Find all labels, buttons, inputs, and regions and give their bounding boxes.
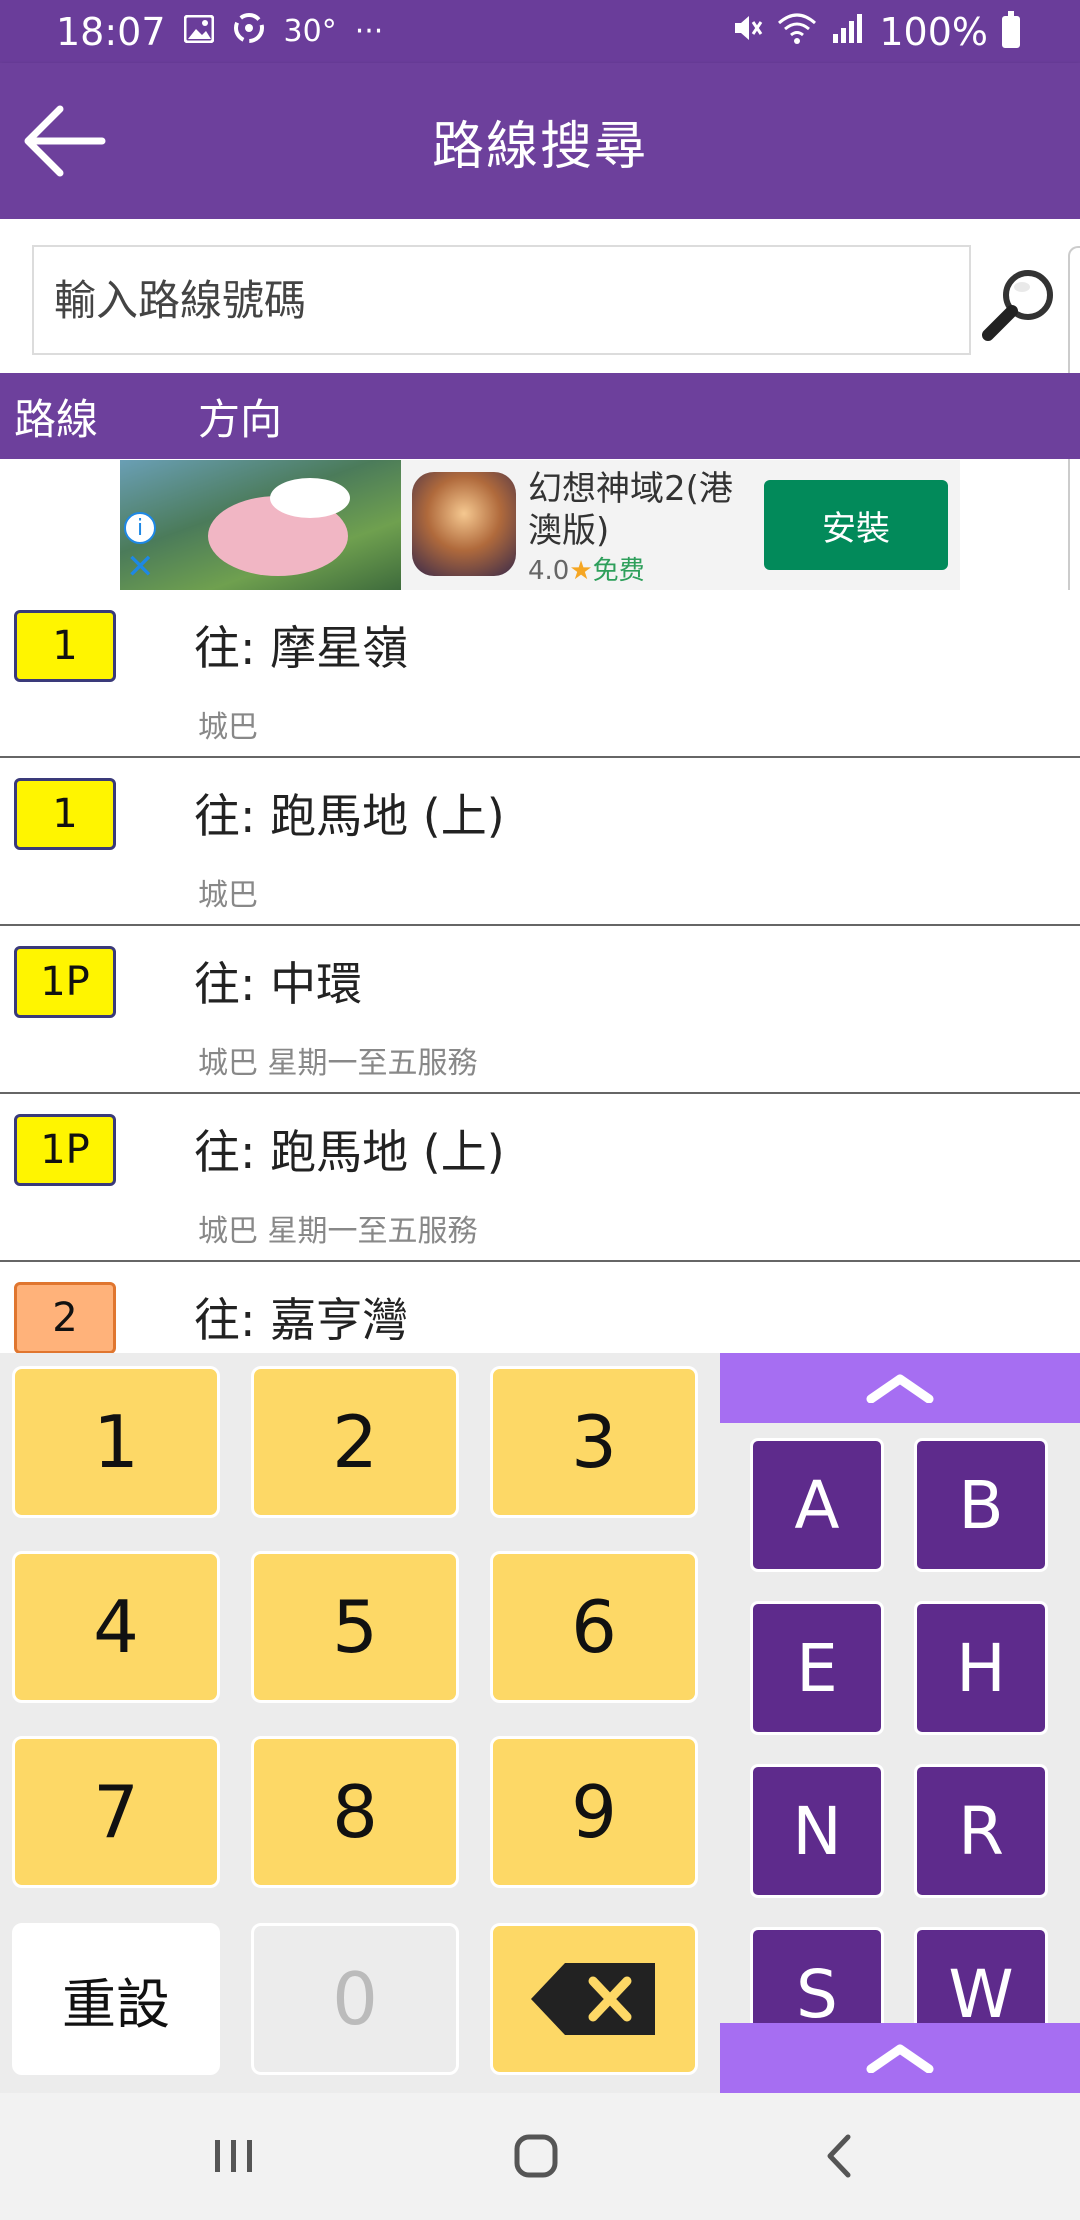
ad-install-button[interactable]: 安裝 [764,480,948,570]
letter-scroll-up-button[interactable] [720,1353,1080,1423]
search-button[interactable] [980,265,1060,345]
status-left: 18:07 30° ··· [56,0,383,63]
status-right: 100% [729,0,1020,63]
key-1[interactable]: 1 [12,1366,220,1518]
ad-banner[interactable]: i ✕ 幻想神域2(港澳版) 4.0★免费 安裝 [120,460,960,590]
key-N[interactable]: N [750,1764,884,1898]
key-3[interactable]: 3 [490,1366,698,1518]
chevron-left-icon [827,2134,851,2178]
key-4[interactable]: 4 [12,1551,220,1703]
home-icon [514,2134,558,2178]
recent-apps-icon [215,2140,252,2172]
route-badge: 1P [14,1114,116,1186]
home-button[interactable] [496,2123,576,2189]
key-B[interactable]: B [914,1438,1048,1572]
key-R[interactable]: R [914,1764,1048,1898]
search-input[interactable] [32,245,971,355]
status-time: 18:07 [56,9,166,54]
route-destination: 往: 嘉亨灣 [194,1293,409,1347]
chevron-up-icon [866,1374,934,1403]
letter-scroll-down-button[interactable] [720,2023,1080,2093]
route-row[interactable]: 1P 往: 中環 城巴 星期一至五服務 [0,926,1080,1094]
letter-panel: A B E H N R S W [720,1353,1080,2093]
route-destination: 往: 跑馬地 (上) [194,1125,505,1179]
key-E[interactable]: E [750,1601,884,1735]
key-A[interactable]: A [750,1438,884,1572]
reset-button[interactable]: 重設 [12,1923,220,2075]
route-badge: 1P [14,946,116,1018]
route-destination: 往: 跑馬地 (上) [194,789,505,843]
system-back-button[interactable] [800,2123,880,2189]
header-direction: 方向 [198,394,283,444]
weather-icon [232,11,266,53]
magnifier-icon [982,270,1053,341]
ad-info-icon[interactable]: i [124,512,156,544]
route-info: 城巴 星期一至五服務 [198,1046,478,1081]
system-nav-bar [0,2093,1080,2220]
ad-app-icon [412,472,516,576]
backspace-icon [531,1963,655,2035]
header-route: 路線 [14,394,99,444]
app-bar: 路線搜尋 [0,63,1080,219]
key-0[interactable]: 0 [251,1923,459,2075]
ad-price: 免费 [592,556,645,586]
route-destination: 往: 摩星嶺 [194,621,409,675]
key-2[interactable]: 2 [251,1366,459,1518]
route-list: 1 往: 摩星嶺 城巴 1 往: 跑馬地 (上) 城巴 1P 往: 中環 城巴 … [0,590,1080,1353]
key-7[interactable]: 7 [12,1736,220,1888]
gallery-icon [183,13,215,51]
ad-app-name: 幻想神域2(港澳版) [528,469,733,551]
route-badge: 1 [14,610,116,682]
wifi-icon [777,11,817,53]
status-temperature: 30° [283,14,337,49]
search-bar [0,219,1080,373]
status-battery-percent: 100% [879,9,988,54]
route-row[interactable]: 1P 往: 跑馬地 (上) 城巴 星期一至五服務 [0,1094,1080,1262]
ad-wing-graphic [270,478,350,518]
status-more: ··· [354,14,384,49]
signal-icon [831,12,865,52]
ad-rating-value: 4.0 [528,556,570,586]
table-header: 路線 方向 [0,373,1080,459]
backspace-button[interactable] [490,1923,698,2075]
key-8[interactable]: 8 [251,1736,459,1888]
key-9[interactable]: 9 [490,1736,698,1888]
route-info: 城巴 星期一至五服務 [198,1214,478,1249]
route-row[interactable]: 2 往: 嘉亨灣 [0,1262,1080,1353]
recent-apps-button[interactable] [194,2123,274,2189]
key-6[interactable]: 6 [490,1551,698,1703]
ad-rating: 4.0★免费 [528,550,645,587]
key-H[interactable]: H [914,1601,1048,1735]
chevron-up-icon [866,2044,934,2073]
key-5[interactable]: 5 [251,1551,459,1703]
route-keypad: 1 2 3 4 5 6 7 8 9 重設 0 A B E H N R S W [0,1353,1080,2093]
route-info: 城巴 [198,878,258,913]
star-icon: ★ [569,556,593,586]
route-destination: 往: 中環 [194,957,363,1011]
ad-image: i ✕ [120,460,401,590]
ad-close-icon[interactable]: ✕ [126,550,155,584]
route-row[interactable]: 1 往: 摩星嶺 城巴 [0,590,1080,758]
battery-icon [1002,10,1020,48]
route-row[interactable]: 1 往: 跑馬地 (上) 城巴 [0,758,1080,926]
page-title: 路線搜尋 [431,116,648,177]
route-info: 城巴 [198,710,258,745]
status-bar: 18:07 30° ··· 100% [0,0,1080,63]
route-badge: 1 [14,778,116,850]
mute-icon [729,11,763,53]
route-badge: 2 [14,1282,116,1353]
